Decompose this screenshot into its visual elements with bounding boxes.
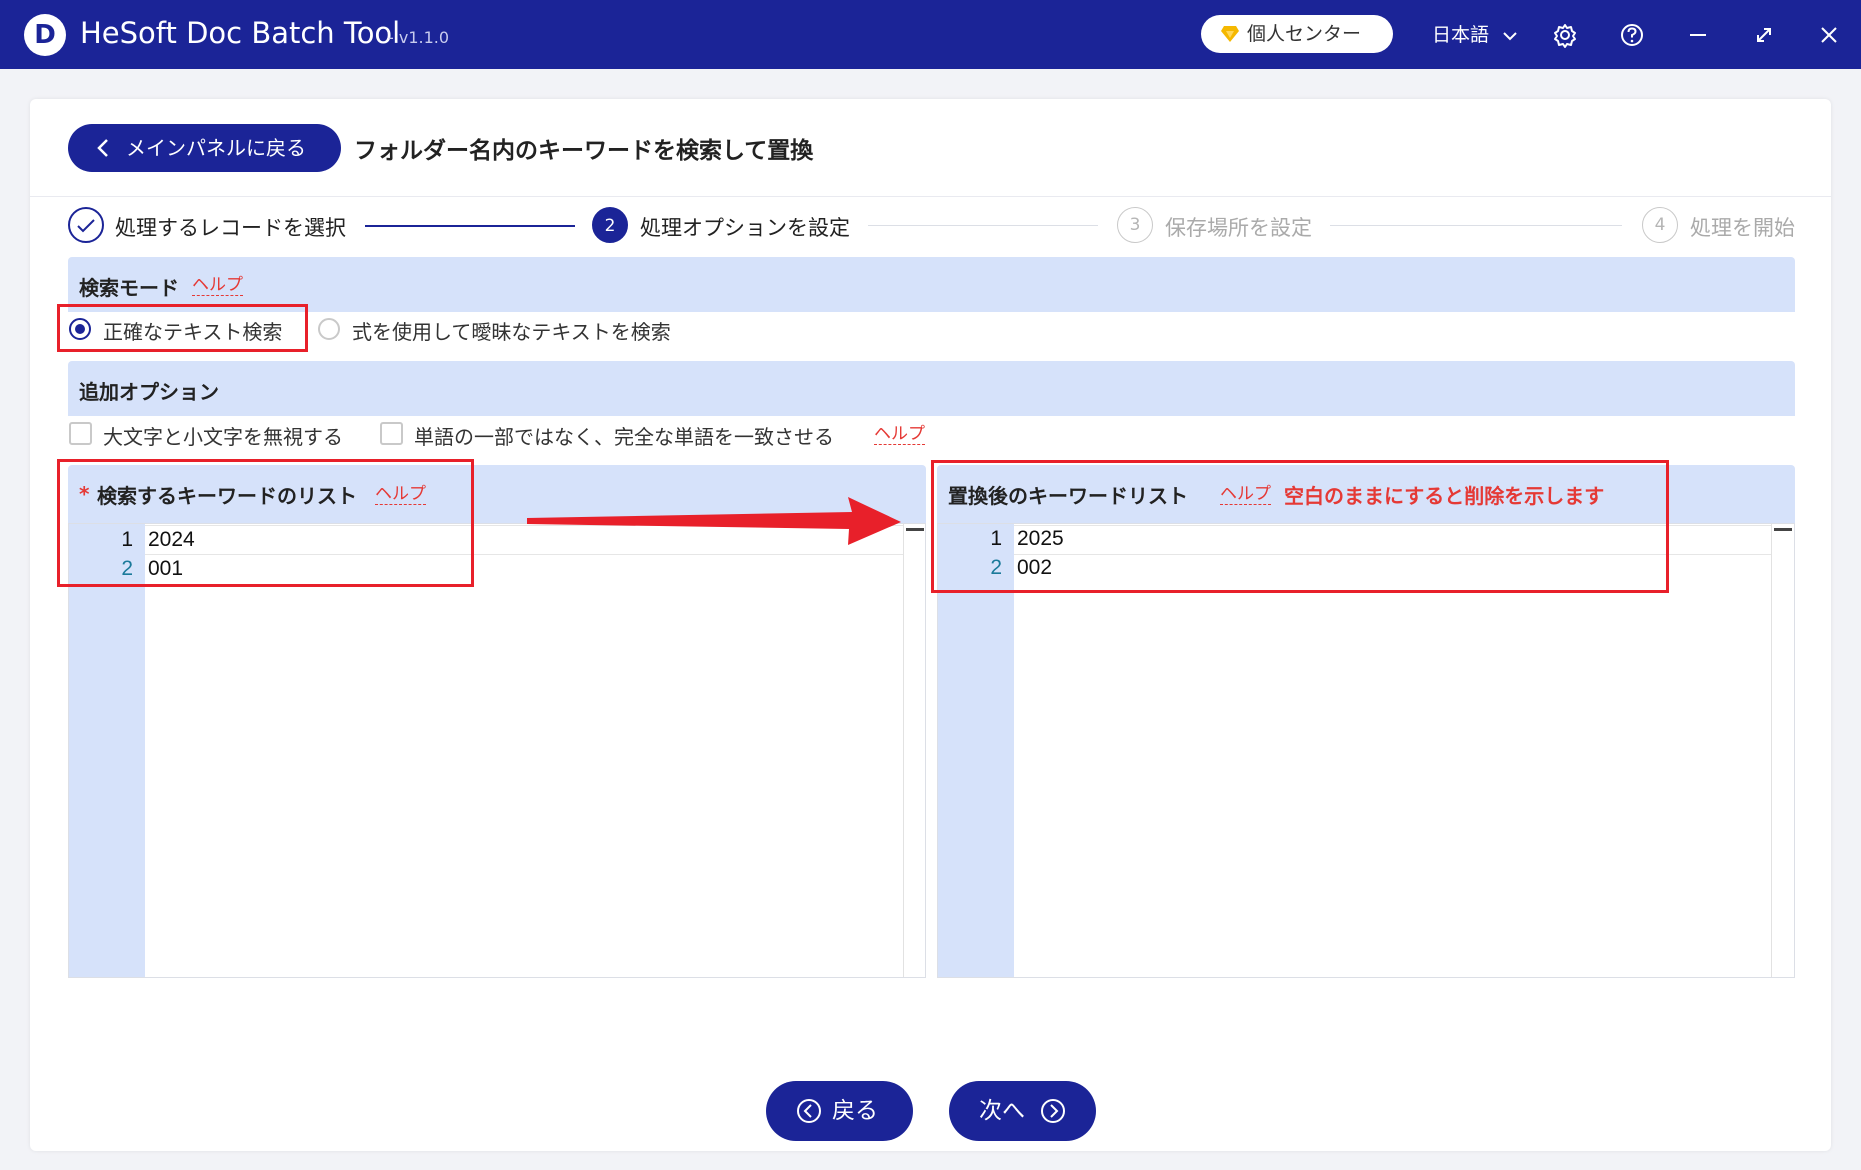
step-4-circle: 4 [1642,207,1678,243]
search-keyword-editor[interactable]: 1 2024 2 001 [68,523,926,978]
next-button-label: 次へ [979,1098,1025,1124]
divider [30,196,1831,197]
search-mode-title: 検索モード [79,276,179,300]
circle-arrow-right-icon [1041,1099,1065,1123]
extra-options-title: 追加オプション [79,380,219,404]
chevron-down-icon [1503,31,1517,40]
personal-center-button[interactable]: 個人センター [1201,15,1393,53]
language-label: 日本語 [1432,24,1490,46]
back-to-main-button[interactable]: メインパネルに戻る [68,124,341,172]
back-to-main-label: メインパネルに戻る [126,136,306,160]
whole-word-checkbox[interactable] [380,422,403,445]
radio-fuzzy-search-label[interactable]: 式を使用して曖昧なテキストを検索 [352,316,671,345]
personal-center-label: 個人センター [1247,23,1362,45]
circle-arrow-left-icon [797,1099,821,1123]
radio-fuzzy-search[interactable] [318,318,340,340]
back-button[interactable]: 戻る [766,1081,913,1141]
page-title: フォルダー名内のキーワードを検索して置換 [354,138,814,164]
title-bar: D HeSoft Doc Batch Tool - v1.1.0 個人センター … [0,0,1861,69]
step-2-circle: 2 [592,207,628,243]
step-3-circle: 3 [1117,207,1153,243]
annotation-box-search-list [57,459,474,587]
extra-options-header: 追加オプション [68,361,1795,416]
search-mode-header: 検索モード ヘルプ [68,257,1795,312]
gem-icon [1221,26,1239,42]
app-title: HeSoft Doc Batch Tool [80,16,401,50]
scrollbar[interactable] [1771,524,1793,977]
annotation-box-search-mode [57,304,308,352]
next-button[interactable]: 次へ [949,1081,1096,1141]
annotation-arrow [527,497,901,545]
scrollbar[interactable] [903,524,925,977]
step-1-circle [68,207,104,243]
step-1-label: 処理するレコードを選択 [115,216,346,240]
maximize-icon[interactable] [1749,20,1779,50]
language-select[interactable]: 日本語 [1432,20,1517,50]
ignore-case-label[interactable]: 大文字と小文字を無視する [103,421,343,450]
minimize-icon[interactable] [1683,20,1713,50]
close-icon[interactable] [1814,20,1844,50]
step-connector [868,225,1098,226]
app-logo-icon: D [24,14,66,56]
ignore-case-checkbox[interactable] [69,422,92,445]
scrollbar-thumb[interactable] [906,528,924,531]
step-2-label: 処理オプションを設定 [640,216,850,240]
step-connector [1330,225,1622,226]
scrollbar-thumb[interactable] [1774,528,1792,531]
step-4-label: 処理を開始 [1690,216,1795,240]
help-icon[interactable] [1617,20,1647,50]
search-mode-help-link[interactable]: ヘルプ [192,275,243,296]
line-gutter [69,524,145,977]
annotation-box-replace-list [931,460,1669,593]
back-button-label: 戻る [832,1098,878,1124]
chevron-left-icon [97,139,108,157]
step-connector [365,225,575,227]
whole-word-label[interactable]: 単語の一部ではなく、完全な単語を一致させる [414,421,834,450]
step-3-label: 保存場所を設定 [1165,216,1312,240]
app-version: - v1.1.0 [388,28,450,47]
check-icon [77,219,95,233]
extra-options-help-link[interactable]: ヘルプ [874,424,925,445]
gear-icon[interactable] [1550,20,1580,50]
